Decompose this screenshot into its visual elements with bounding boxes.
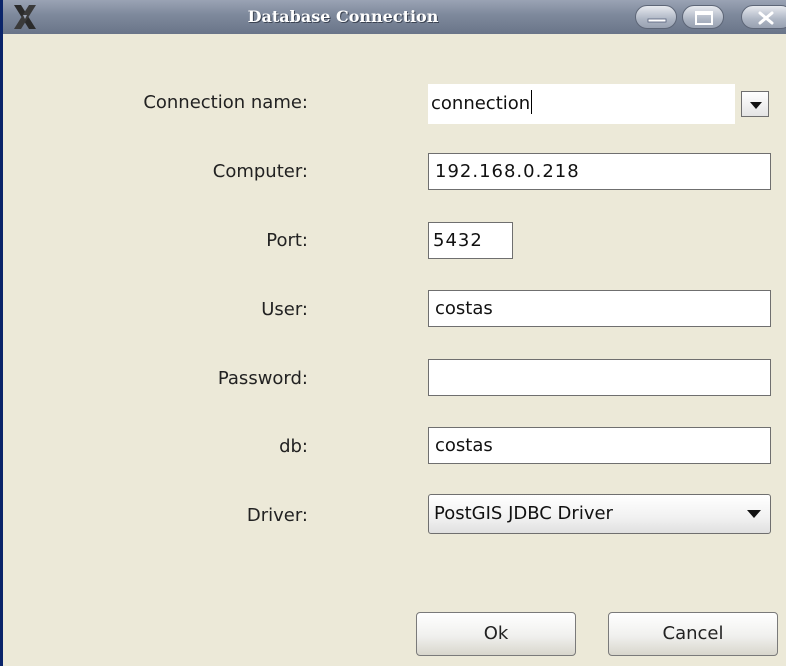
close-icon <box>758 11 774 25</box>
connection-name-label: Connection name: <box>143 92 308 113</box>
port-label: Port: <box>266 230 308 251</box>
x-logo-icon[interactable] <box>11 3 39 31</box>
user-label: User: <box>261 299 308 320</box>
database-connection-dialog: Database Connection Connection name: con… <box>0 0 786 666</box>
db-label: db: <box>279 436 308 457</box>
password-label: Password: <box>217 368 308 389</box>
connection-name-value: connection <box>431 93 531 114</box>
user-field[interactable]: costas <box>428 290 771 327</box>
title-bar[interactable]: Database Connection <box>3 0 786 34</box>
chevron-down-icon <box>747 510 761 518</box>
window-title: Database Connection <box>247 7 439 26</box>
minimize-icon <box>647 18 667 23</box>
cancel-button[interactable]: Cancel <box>608 612 778 656</box>
chevron-down-icon <box>750 102 762 109</box>
password-field[interactable] <box>428 359 771 396</box>
connection-name-dropdown-button[interactable] <box>741 91 769 117</box>
computer-field[interactable]: 192.168.0.218 <box>428 153 771 190</box>
driver-selected-value: PostGIS JDBC Driver <box>434 503 613 524</box>
maximize-button[interactable] <box>682 5 724 29</box>
close-button[interactable] <box>741 5 786 29</box>
port-field[interactable]: 5432 <box>428 222 513 259</box>
driver-label: Driver: <box>246 505 308 526</box>
driver-select[interactable]: PostGIS JDBC Driver <box>428 494 771 534</box>
db-field[interactable]: costas <box>428 427 771 464</box>
connection-name-combo-input[interactable]: connection <box>428 84 735 124</box>
minimize-button[interactable] <box>635 5 677 29</box>
ok-button[interactable]: Ok <box>416 612 576 656</box>
text-caret <box>531 90 533 114</box>
computer-label: Computer: <box>212 161 308 182</box>
